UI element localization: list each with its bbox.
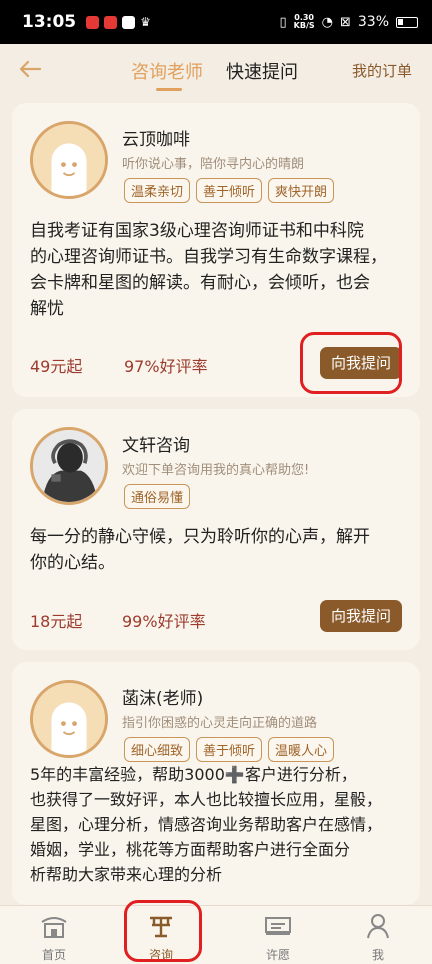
ghost-avatar-icon (33, 683, 105, 755)
nav-wish[interactable]: 许愿 (248, 912, 308, 963)
teacher-tagline: 欢迎下单咨询用我的真心帮助您! (122, 463, 310, 478)
status-notification-icons: ♛ (86, 15, 151, 29)
teacher-name: 云顶咖啡 (122, 130, 190, 150)
teacher-description: 5年的丰富经验，帮助3000➕客户进行分析， 也获得了一致好评，本人也比较擅长应… (30, 765, 383, 884)
notification-app-icon (104, 15, 118, 29)
teacher-description: 每一分的静心守候，只为聆听你的心声，解开 你的心结。 (30, 527, 370, 573)
notification-app-icon (86, 15, 100, 29)
nav-me[interactable]: 我 (348, 912, 408, 963)
teacher-tags: 细心细致 善于倾听 温暖人心 (124, 737, 335, 762)
avatar (30, 680, 108, 758)
app-header: 咨询老师 快速提问 我的订单 (0, 44, 432, 96)
status-time: 13:05 (22, 12, 77, 32)
tag: 爽快开朗 (268, 178, 335, 203)
tag: 善于倾听 (196, 737, 263, 762)
highlight-box (300, 332, 402, 394)
ghost-avatar-icon (33, 124, 105, 196)
highlight-box (124, 900, 202, 962)
person-photo-avatar (33, 430, 105, 502)
price: 18元起 (30, 612, 83, 631)
teacher-tags: 通俗易懂 (124, 484, 191, 509)
tag: 善于倾听 (196, 178, 263, 203)
battery-icon (396, 16, 418, 28)
teacher-name: 文轩咨询 (122, 436, 190, 456)
vibrate-icon: ▯ (279, 14, 287, 30)
avatar (30, 121, 108, 199)
wish-icon (265, 917, 291, 935)
status-bar: 13:05 ♛ ▯ 0.30 KB/S ◔ ⊠ 33% (0, 0, 432, 44)
rating: 99%好评率 (122, 612, 206, 631)
teacher-card[interactable]: 文轩咨询 欢迎下单咨询用我的真心帮助您! 通俗易懂 每一分的静心守候，只为聆听你… (12, 409, 420, 650)
my-orders-link[interactable]: 我的订单 (352, 60, 412, 81)
tab-quick-question[interactable]: 快速提问 (226, 58, 298, 84)
profile-icon (367, 914, 389, 939)
teacher-description: 自我考证有国家3级心理咨询师证书和中科院 的心理咨询师证书。自我学习有生命数字课… (30, 221, 387, 319)
notification-app-icon (122, 15, 136, 29)
tag: 细心细致 (124, 737, 191, 762)
teacher-tagline: 听你说心事，陪你寻内心的晴朗 (122, 157, 305, 172)
crown-icon: ♛ (140, 15, 151, 29)
teacher-tagline: 指引你困惑的心灵走向正确的道路 (122, 716, 318, 731)
wifi-icon: ◔ (321, 14, 333, 30)
teacher-tags: 温柔亲切 善于倾听 爽快开朗 (124, 178, 335, 203)
battery-level: 33% (357, 14, 389, 30)
teacher-name: 菡沫(老师) (122, 689, 204, 709)
tag: 温暖人心 (268, 737, 335, 762)
teacher-card[interactable]: 云顶咖啡 听你说心事，陪你寻内心的晴朗 温柔亲切 善于倾听 爽快开朗 自我考证有… (12, 103, 420, 397)
network-speed: 0.30 KB/S (293, 13, 315, 30)
price: 49元起 (30, 357, 83, 376)
no-sim-icon: ⊠ (339, 14, 351, 30)
tag: 温柔亲切 (124, 178, 191, 203)
ask-me-button[interactable]: 向我提问 (320, 600, 402, 632)
rating: 97%好评率 (124, 357, 208, 376)
home-icon (41, 917, 67, 938)
avatar (30, 427, 108, 505)
tag: 通俗易懂 (124, 484, 191, 509)
active-tab-indicator (156, 88, 182, 91)
bottom-navigation: 首页 咨询 许愿 我 (0, 900, 432, 964)
nav-home[interactable]: 首页 (24, 912, 84, 963)
teacher-card[interactable]: 菡沫(老师) 指引你困惑的心灵走向正确的道路 细心细致 善于倾听 温暖人心 5年… (12, 662, 420, 905)
back-arrow-icon[interactable] (16, 54, 46, 84)
tab-consult-teachers[interactable]: 咨询老师 (131, 58, 203, 84)
